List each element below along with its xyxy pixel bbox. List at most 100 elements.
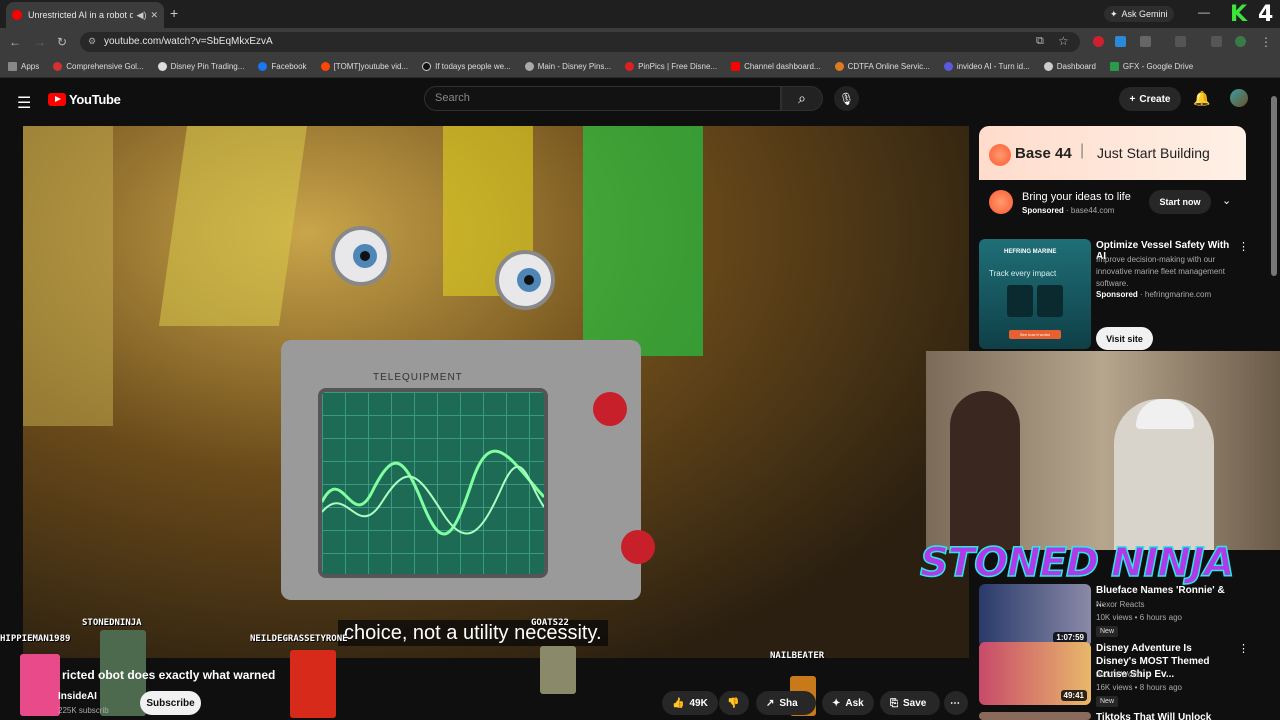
bookmark-apps[interactable]: Apps — [8, 62, 39, 71]
subscribe-button[interactable]: Subscribe — [140, 691, 201, 715]
overlay-username: NEILDEGRASSETYRONE — [250, 634, 348, 644]
ad-banner-base44[interactable]: Base 44 | Just Start Building — [979, 126, 1246, 180]
bookmark-favicon-icon — [1043, 62, 1053, 71]
bookmark-label: Comprehensive Gol... — [66, 62, 144, 71]
visit-site-button[interactable]: Visit site — [1096, 327, 1153, 350]
chevron-down-icon[interactable]: ⌄ — [1222, 194, 1231, 207]
address-bar[interactable]: ⚙ youtube.com/watch?v=SbEqMkxEzvA — [80, 32, 1080, 52]
webcam-person-left — [950, 391, 1020, 550]
recommendation-options-icon[interactable]: ⋮ — [1238, 642, 1249, 655]
site-info-icon[interactable]: ⚙ — [88, 36, 96, 47]
youtube-favicon-icon — [731, 62, 741, 71]
video-title: ricted obot does exactly what warned — [62, 668, 276, 682]
search-input[interactable]: Search — [424, 86, 781, 111]
extension-red-icon[interactable] — [1093, 36, 1104, 47]
recommendation-channel[interactable]: Nexor Reacts — [1096, 599, 1144, 611]
like-count: 49K — [689, 697, 708, 709]
ad-options-icon[interactable]: ⋮ — [1238, 240, 1249, 253]
recommendation-channel[interactable]: JoJo's World — [1096, 669, 1141, 681]
bookmark-item[interactable]: Comprehensive Gol... — [53, 62, 144, 71]
stained-glass-panel — [158, 126, 308, 326]
install-app-icon[interactable]: ⧉ — [1036, 35, 1044, 48]
google-drive-icon — [1109, 62, 1119, 71]
thumbs-down-icon: 👎 — [727, 697, 740, 709]
ad-thumbnail-hefring[interactable]: HEFRING MARINE Track every impact See ho… — [979, 239, 1091, 349]
new-tab-button[interactable]: + — [170, 5, 178, 21]
bookmark-item[interactable]: Main - Disney Pins... — [524, 62, 612, 71]
bookmark-label: GFX - Google Drive — [1122, 62, 1194, 71]
ask-gemini-button[interactable]: ✦ Ask Gemini — [1104, 6, 1174, 22]
channel-name[interactable]: InsideAI — [58, 691, 97, 702]
page-scrollbar[interactable] — [1271, 96, 1277, 276]
bookmark-item[interactable]: GFX - Google Drive — [1109, 62, 1194, 71]
ad-description: Improve decision-making with our innovat… — [1096, 255, 1225, 288]
more-actions-button[interactable]: ⋯ — [944, 691, 968, 715]
share-label: Sha — [779, 697, 798, 709]
browser-menu-icon[interactable]: ⋮ — [1260, 35, 1272, 49]
overlay-sprite — [540, 646, 576, 694]
gemini-icon: ✦ — [1110, 8, 1118, 19]
ad-thumb-brand: HEFRING MARINE — [1004, 249, 1057, 255]
dislike-button[interactable]: 👎 — [719, 691, 749, 715]
bookmark-label: invideo AI - Turn id... — [956, 62, 1030, 71]
bookmark-item[interactable]: Channel dashboard... — [731, 62, 821, 71]
bookmark-item[interactable]: CDTFA Online Servic... — [834, 62, 930, 71]
recommendation-thumbnail[interactable]: 1:07:59 — [979, 584, 1091, 647]
video-player[interactable]: TELEQUIPMENT — [23, 126, 969, 658]
more-horizontal-icon: ⋯ — [950, 697, 960, 709]
sidebar-panel-icon[interactable] — [1175, 36, 1186, 47]
subscriber-count: 225K subscrib — [58, 706, 109, 715]
extension-blue-icon[interactable] — [1115, 36, 1126, 47]
youtube-logo[interactable]: YouTube — [48, 92, 121, 107]
search-button[interactable]: ⌕ — [781, 86, 823, 111]
media-controls-icon[interactable] — [1211, 36, 1222, 47]
menu-icon[interactable]: ☰ — [17, 93, 31, 113]
stained-glass-panel — [583, 126, 703, 356]
waveform-graphic — [320, 449, 546, 536]
recommendation-thumbnail[interactable] — [979, 712, 1091, 720]
browser-tab-active[interactable]: Unrestricted AI in a robot d ◀) ✕ — [6, 2, 164, 28]
create-button[interactable]: + Create — [1119, 87, 1181, 111]
bookmark-item[interactable]: Disney Pin Trading... — [157, 62, 244, 71]
ad-headline: Bring your ideas to life — [1022, 191, 1131, 203]
bookmark-item[interactable]: [TOMT]youtube vid... — [320, 62, 409, 71]
bookmark-item[interactable]: invideo AI - Turn id... — [943, 62, 1030, 71]
back-icon[interactable]: ← — [9, 35, 21, 49]
profile-avatar-icon[interactable] — [1235, 36, 1246, 47]
recommendation-thumbnail[interactable]: 49:41 — [979, 642, 1091, 705]
forward-icon[interactable]: → — [34, 35, 46, 49]
bookmark-label: Dashboard — [1056, 62, 1096, 71]
save-button[interactable]: ⎘ Save — [880, 691, 940, 715]
bookmark-item[interactable]: Dashboard — [1043, 62, 1096, 71]
overlay-username: HIPPIEMAN1989 — [0, 634, 71, 644]
account-avatar[interactable] — [1230, 89, 1248, 107]
bookmark-label: Main - Disney Pins... — [537, 62, 612, 71]
speaker-icon[interactable]: ◀) — [137, 10, 147, 21]
notifications-bell-icon[interactable]: 🔔 — [1193, 90, 1210, 107]
bookmark-item[interactable]: Facebook — [258, 62, 307, 71]
bookmark-label: [TOMT]youtube vid... — [333, 62, 409, 71]
recommendation-title[interactable]: Tiktoks That Will Unlock New... — [1096, 711, 1234, 720]
overlay-glyph-4: 4 — [1258, 2, 1274, 27]
bookmark-item[interactable]: If todays people we... — [422, 62, 511, 71]
base44-logo-icon — [989, 144, 1011, 166]
extensions-puzzle-icon[interactable] — [1140, 36, 1151, 47]
share-button[interactable]: ↗ Sha — [756, 691, 816, 715]
microphone-icon: 🎙 — [838, 91, 855, 106]
bookmark-item[interactable]: PinPics | Free Disne... — [625, 62, 717, 71]
close-tab-icon[interactable]: ✕ — [150, 10, 158, 21]
voice-search-button[interactable]: 🎙 — [834, 86, 859, 111]
minimize-window-button[interactable]: — — [1198, 5, 1210, 19]
reload-icon[interactable]: ↻ — [57, 35, 67, 49]
start-now-button[interactable]: Start now — [1149, 190, 1211, 214]
bookmark-star-icon[interactable]: ☆ — [1058, 34, 1069, 48]
recommendation-meta: 10K views • 6 hours ago — [1096, 613, 1182, 622]
plus-icon: + — [1129, 93, 1136, 105]
ad-domain: base44.com — [1070, 206, 1115, 215]
create-label: Create — [1139, 93, 1171, 105]
bookmark-label: Apps — [21, 62, 40, 71]
tab-title: Unrestricted AI in a robot d — [28, 10, 133, 20]
like-button[interactable]: 👍 49K — [662, 691, 718, 715]
ask-button[interactable]: ✦ Ask — [822, 691, 874, 715]
save-label: Save — [903, 697, 927, 709]
